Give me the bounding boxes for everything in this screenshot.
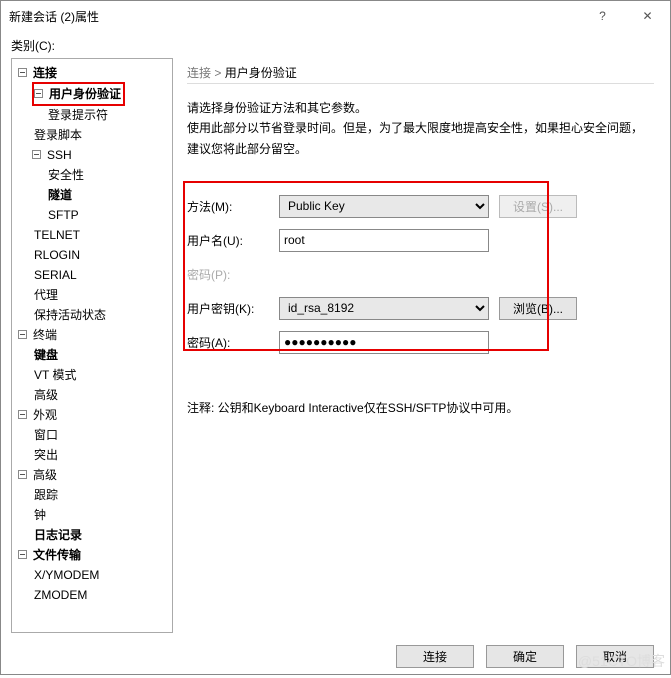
tree-security[interactable]: 安全性 — [46, 168, 86, 182]
crumb-parent: 连接 — [187, 66, 211, 80]
tree-telnet[interactable]: TELNET — [32, 228, 82, 242]
tree-sftp[interactable]: SFTP — [46, 208, 81, 222]
collapse-icon[interactable] — [18, 470, 27, 479]
note-text: 注释: 公钥和Keyboard Interactive仅在SSH/SFTP协议中… — [187, 399, 654, 416]
browse-button[interactable]: 浏览(B)... — [499, 297, 577, 320]
ok-button[interactable]: 确定 — [486, 645, 564, 668]
tree-tunnel[interactable]: 隧道 — [46, 188, 74, 202]
titlebar: 新建会话 (2)属性 ? ✕ — [1, 1, 670, 31]
collapse-icon[interactable] — [32, 150, 41, 159]
tree-filetransfer[interactable]: 文件传输 — [31, 548, 83, 562]
tree-vtmode[interactable]: VT 模式 — [32, 368, 78, 382]
cancel-button[interactable]: 取消 — [576, 645, 654, 668]
tree-trace[interactable]: 跟踪 — [32, 488, 60, 502]
username-label: 用户名(U): — [187, 232, 279, 249]
username-input[interactable] — [279, 229, 489, 252]
tree-highlight[interactable]: 突出 — [32, 448, 60, 462]
method-label: 方法(M): — [187, 198, 279, 215]
tree-connection[interactable]: 连接 — [31, 66, 59, 80]
footer-buttons: 连接 确定 取消 — [11, 633, 660, 668]
tree-keepalive[interactable]: 保持活动状态 — [32, 308, 108, 322]
breadcrumb: 连接 > 用户身份验证 — [187, 62, 654, 84]
collapse-icon[interactable] — [18, 550, 27, 559]
tree-login-prompt[interactable]: 登录提示符 — [46, 108, 110, 122]
collapse-icon[interactable] — [18, 410, 27, 419]
connect-button[interactable]: 连接 — [396, 645, 474, 668]
tree-zmodem[interactable]: ZMODEM — [32, 588, 89, 602]
method-select[interactable]: Public Key — [279, 195, 489, 218]
tree-advanced-term[interactable]: 高级 — [32, 388, 60, 402]
crumb-current: 用户身份验证 — [225, 66, 297, 80]
tree-login-script[interactable]: 登录脚本 — [32, 128, 84, 142]
window-title: 新建会话 (2)属性 — [9, 8, 580, 25]
tree-window[interactable]: 窗口 — [32, 428, 60, 442]
description: 请选择身份验证方法和其它参数。 使用此部分以节省登录时间。但是，为了最大限度地提… — [187, 98, 654, 159]
tree-user-auth[interactable]: 用户身份验证 — [47, 87, 123, 101]
collapse-icon[interactable] — [18, 68, 27, 77]
collapse-icon[interactable] — [34, 89, 43, 98]
tree-appearance[interactable]: 外观 — [31, 408, 59, 422]
passphrase-label: 密码(A): — [187, 334, 279, 351]
tree-keyboard[interactable]: 键盘 — [32, 348, 60, 362]
tree-terminal[interactable]: 终端 — [31, 328, 59, 342]
tree-rlogin[interactable]: RLOGIN — [32, 248, 82, 262]
help-button[interactable]: ? — [580, 1, 625, 31]
category-tree[interactable]: 连接 用户身份验证 登录提示符 登录脚本 SSH 安全性 隧道 — [11, 58, 173, 633]
tree-bell[interactable]: 钟 — [32, 508, 48, 522]
tree-serial[interactable]: SERIAL — [32, 268, 79, 282]
passphrase-input[interactable] — [279, 331, 489, 354]
userkey-select[interactable]: id_rsa_8192 — [279, 297, 489, 320]
tree-ssh[interactable]: SSH — [45, 148, 74, 162]
setup-button[interactable]: 设置(S)... — [499, 195, 577, 218]
tree-advanced[interactable]: 高级 — [31, 468, 59, 482]
password-label: 密码(P): — [187, 266, 279, 283]
userkey-label: 用户密钥(K): — [187, 300, 279, 317]
close-button[interactable]: ✕ — [625, 1, 670, 31]
category-label: 类别(C): — [11, 37, 660, 54]
collapse-icon[interactable] — [18, 330, 27, 339]
tree-logging[interactable]: 日志记录 — [32, 528, 84, 542]
content-panel: 连接 > 用户身份验证 请选择身份验证方法和其它参数。 使用此部分以节省登录时间… — [181, 58, 660, 633]
tree-xymodem[interactable]: X/YMODEM — [32, 568, 101, 582]
tree-proxy[interactable]: 代理 — [32, 288, 60, 302]
